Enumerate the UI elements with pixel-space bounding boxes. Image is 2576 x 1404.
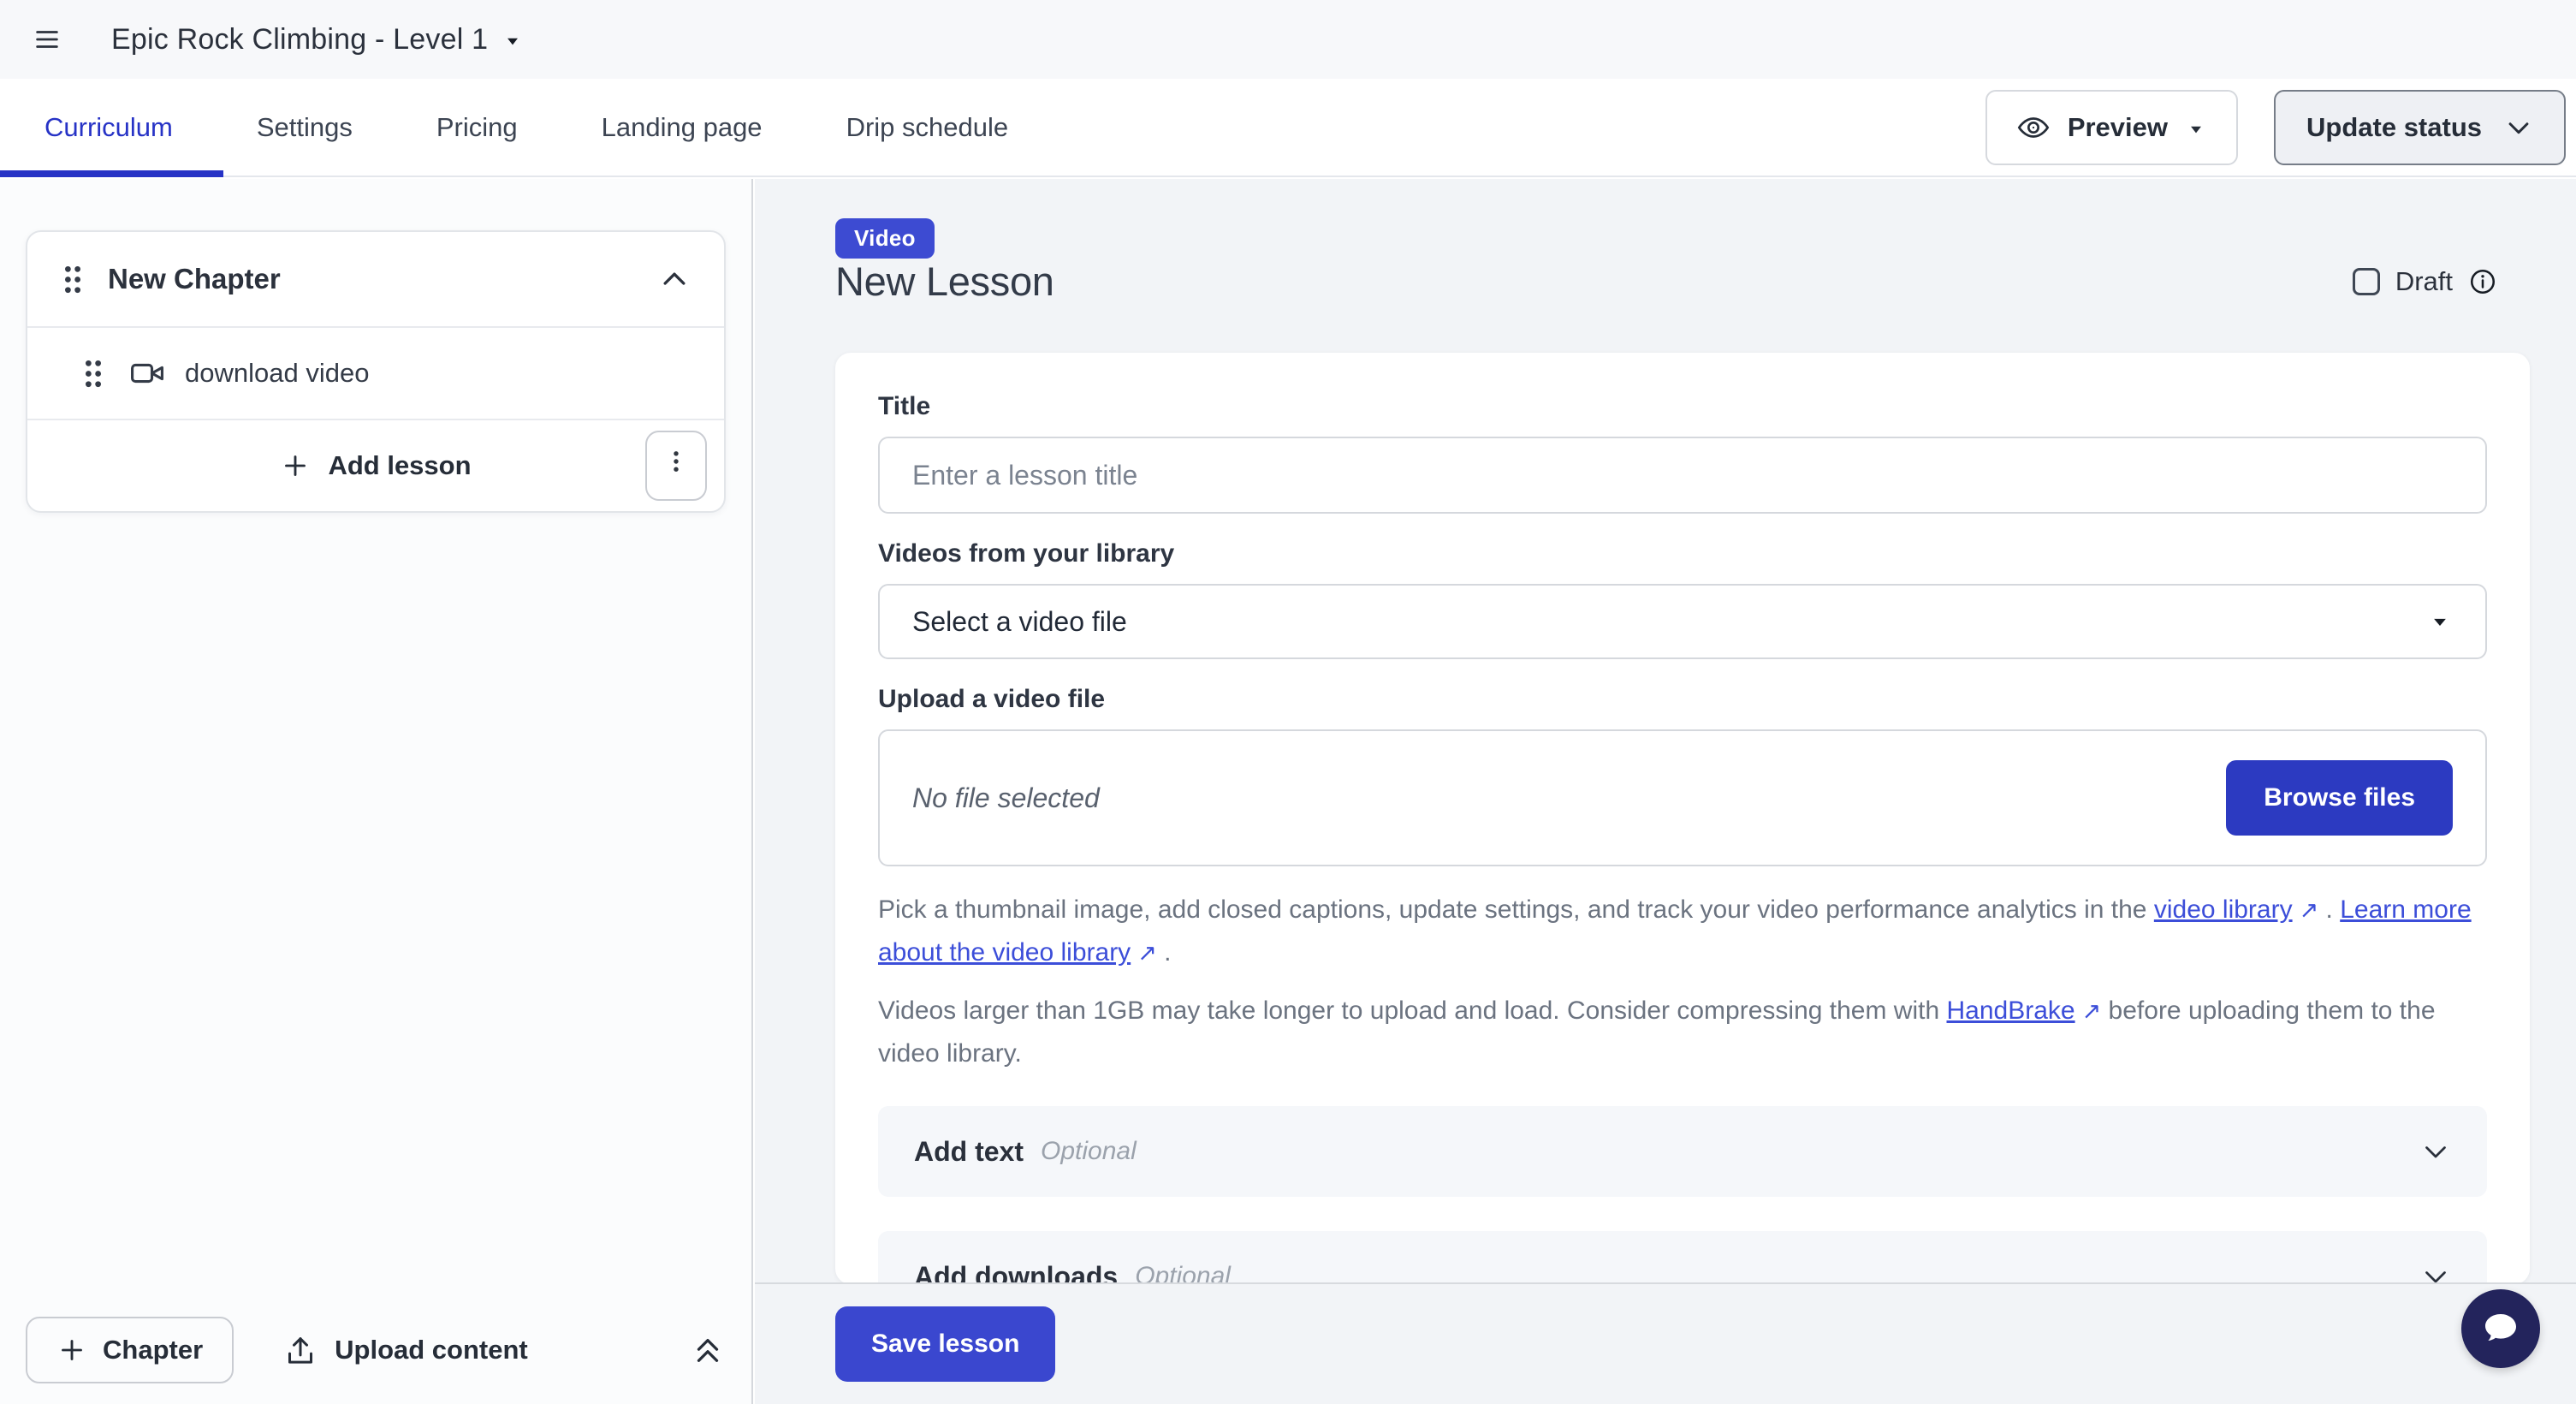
upload-icon bbox=[283, 1333, 318, 1367]
chapter-card: New Chapter download video Add lesson bbox=[26, 230, 726, 513]
save-footer: Save lesson bbox=[755, 1282, 2576, 1404]
help-text-end: . bbox=[1157, 938, 1172, 967]
add-text-accordion[interactable]: Add text Optional bbox=[878, 1106, 2487, 1197]
add-lesson-label: Add lesson bbox=[328, 450, 471, 481]
drag-handle-icon[interactable] bbox=[80, 354, 106, 392]
preview-label: Preview bbox=[2068, 112, 2168, 143]
external-link-icon: ↗ bbox=[1137, 931, 1157, 974]
add-lesson-button[interactable]: Add lesson bbox=[280, 450, 471, 481]
collapse-all-icon[interactable] bbox=[690, 1332, 726, 1368]
add-text-label: Add text bbox=[914, 1136, 1024, 1168]
tab-drip-schedule[interactable]: Drip schedule bbox=[846, 112, 1009, 143]
chapter-header-row[interactable]: New Chapter bbox=[27, 232, 724, 326]
tab-landing-page[interactable]: Landing page bbox=[602, 112, 763, 143]
lesson-heading: New Lesson bbox=[835, 258, 1054, 305]
upload-content-label: Upload content bbox=[335, 1335, 528, 1365]
title-label: Title bbox=[878, 392, 2487, 421]
handbrake-link[interactable]: HandBrake bbox=[1947, 996, 2075, 1025]
active-tab-underline bbox=[0, 170, 223, 177]
chevron-up-icon[interactable] bbox=[657, 262, 691, 296]
add-chapter-button[interactable]: Chapter bbox=[26, 1317, 234, 1383]
chapter-options-button[interactable] bbox=[645, 431, 707, 501]
video-library-label: Videos from your library bbox=[878, 539, 2487, 568]
tabs: Curriculum Settings Pricing Landing page… bbox=[0, 112, 1008, 143]
external-link-icon: ↗ bbox=[2300, 889, 2319, 931]
draft-checkbox[interactable] bbox=[2353, 268, 2380, 295]
add-downloads-label: Add downloads bbox=[914, 1261, 1118, 1285]
sidebar-footer: Chapter Upload content bbox=[26, 1317, 726, 1383]
upload-video-label: Upload a video file bbox=[878, 685, 2487, 714]
add-downloads-accordion[interactable]: Add downloads Optional bbox=[878, 1231, 2487, 1284]
external-link-icon: ↗ bbox=[2082, 990, 2102, 1032]
tab-curriculum[interactable]: Curriculum bbox=[45, 112, 173, 143]
video-camera-icon bbox=[128, 354, 166, 392]
optional-label: Optional bbox=[1135, 1262, 1231, 1284]
plus-icon bbox=[56, 1335, 87, 1365]
chevron-down-icon bbox=[2504, 113, 2533, 142]
add-lesson-row: Add lesson bbox=[27, 420, 724, 511]
tab-bar: Curriculum Settings Pricing Landing page… bbox=[0, 79, 2576, 177]
draft-label: Draft bbox=[2395, 266, 2453, 297]
info-icon[interactable] bbox=[2468, 267, 2497, 296]
lesson-type-badge: Video bbox=[835, 218, 935, 259]
video-library-selected-value: Select a video file bbox=[912, 606, 1127, 638]
no-file-text: No file selected bbox=[912, 782, 1100, 814]
hamburger-menu-icon[interactable] bbox=[33, 25, 62, 54]
lesson-title: download video bbox=[185, 358, 369, 389]
help-text-separator: . bbox=[2318, 895, 2340, 924]
chat-bubble-icon bbox=[2480, 1308, 2521, 1349]
chevron-down-icon bbox=[2420, 1136, 2451, 1167]
tab-bar-actions: Preview Update status bbox=[1985, 79, 2566, 176]
tab-pricing[interactable]: Pricing bbox=[436, 112, 518, 143]
help-text-1: Pick a thumbnail image, add closed capti… bbox=[878, 895, 2154, 924]
compression-help-text: Videos larger than 1GB may take longer t… bbox=[878, 990, 2487, 1075]
tab-settings[interactable]: Settings bbox=[257, 112, 353, 143]
add-chapter-label: Chapter bbox=[103, 1335, 203, 1365]
browse-files-button[interactable]: Browse files bbox=[2226, 760, 2453, 836]
eye-icon bbox=[2016, 110, 2051, 145]
save-lesson-button[interactable]: Save lesson bbox=[835, 1306, 1055, 1382]
lesson-editor: Video New Lesson Draft Title Videos from… bbox=[755, 179, 2576, 1404]
video-library-help-text: Pick a thumbnail image, add closed capti… bbox=[878, 889, 2487, 974]
plus-icon bbox=[280, 450, 311, 481]
upload-content-button[interactable]: Upload content bbox=[283, 1333, 528, 1367]
optional-label: Optional bbox=[1041, 1137, 1137, 1166]
top-bar: Epic Rock Climbing - Level 1 bbox=[0, 0, 2576, 79]
kebab-menu-icon bbox=[662, 447, 691, 485]
update-status-label: Update status bbox=[2306, 112, 2482, 143]
update-status-button[interactable]: Update status bbox=[2274, 90, 2566, 165]
preview-button[interactable]: Preview bbox=[1985, 90, 2238, 165]
draft-toggle: Draft bbox=[2353, 266, 2497, 297]
chapter-title: New Chapter bbox=[108, 263, 281, 295]
chat-widget-button[interactable] bbox=[2461, 1289, 2540, 1368]
chevron-down-icon bbox=[2420, 1261, 2451, 1284]
course-title: Epic Rock Climbing - Level 1 bbox=[111, 23, 488, 57]
caret-down-icon bbox=[2427, 609, 2453, 634]
lesson-form-card: Title Videos from your library Select a … bbox=[835, 353, 2530, 1284]
course-switcher[interactable]: Epic Rock Climbing - Level 1 bbox=[111, 23, 524, 57]
caret-down-icon bbox=[2185, 118, 2207, 140]
curriculum-sidebar: New Chapter download video Add lesson bbox=[0, 179, 753, 1404]
help-text-2: Videos larger than 1GB may take longer t… bbox=[878, 996, 1947, 1025]
lesson-title-input[interactable] bbox=[878, 437, 2487, 514]
drag-handle-icon[interactable] bbox=[60, 260, 86, 298]
video-library-link[interactable]: video library bbox=[2154, 895, 2293, 924]
caret-down-icon bbox=[502, 30, 524, 52]
file-upload-dropzone[interactable]: No file selected Browse files bbox=[878, 729, 2487, 866]
video-library-select[interactable]: Select a video file bbox=[878, 584, 2487, 659]
lesson-row[interactable]: download video bbox=[27, 328, 724, 419]
